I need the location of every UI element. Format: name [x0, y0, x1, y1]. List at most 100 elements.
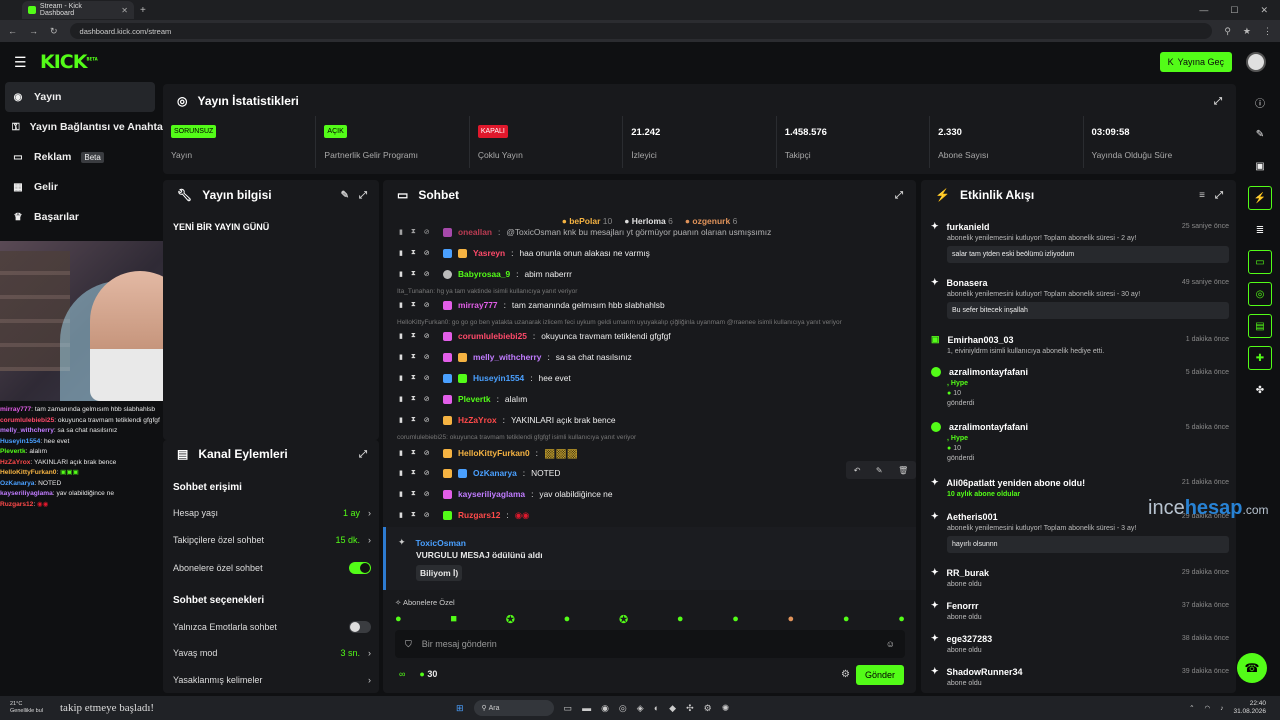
settings-gear-icon[interactable]: ⚙ — [841, 669, 850, 680]
timeout-icon[interactable]: ⧗ — [411, 511, 416, 519]
ban-icon[interactable]: ⊘ — [424, 249, 430, 257]
chat-username[interactable]: Plevertk — [458, 394, 491, 404]
taskbar-search[interactable]: ⚲ Ara — [473, 700, 554, 716]
chat-username[interactable]: HelloKittyFurkan0 — [458, 448, 530, 458]
points-display[interactable]: ● 30 — [419, 669, 437, 679]
ban-icon[interactable]: ⊘ — [424, 449, 430, 457]
subscribers-only-toggle[interactable] — [349, 562, 371, 574]
sidebar-item-ads[interactable]: ▭ Reklam Beta — [0, 142, 160, 172]
banned-words-row[interactable]: Yasaklanmış kelimeler › — [173, 675, 371, 685]
ban-icon[interactable]: ⊘ — [424, 511, 430, 519]
event-user[interactable]: ShadowRunner34 — [947, 667, 1023, 677]
chat-message[interactable]: ▮ ⧗ ⊘ HelloKittyFurkan0: ▩▩▩ — [399, 446, 909, 460]
back-icon[interactable]: ← — [8, 26, 17, 36]
gifter-3[interactable]: ● ozgenurk 6 — [685, 216, 737, 226]
volume-icon[interactable]: ♪ — [1220, 705, 1223, 712]
maximize-icon[interactable]: ☐ — [1230, 5, 1238, 16]
ban-icon[interactable]: ⊘ — [424, 374, 430, 382]
account-age-row[interactable]: Hesap yaşı 1 ay › — [173, 508, 371, 518]
emote-icon[interactable]: ● — [843, 613, 850, 626]
chat-username[interactable]: Babyrosaa_9 — [458, 269, 510, 279]
delete-icon[interactable]: ▮ — [399, 469, 403, 477]
go-live-button[interactable]: K Yayına Geç — [1159, 52, 1232, 72]
delete-icon[interactable]: ▮ — [399, 374, 403, 382]
chat-message[interactable]: ▮ ⧗ ⊘ kayseriliyaglama: yav olabildiğince n… — [399, 489, 909, 499]
close-tab-icon[interactable]: ✕ — [121, 6, 128, 15]
timeout-icon[interactable]: ⧗ — [411, 374, 416, 382]
timeout-icon[interactable]: ⧗ — [411, 490, 416, 498]
emote-icon[interactable]: ● — [677, 613, 684, 626]
emote-only-toggle[interactable] — [349, 621, 371, 633]
emote-icon[interactable]: ✪ — [506, 613, 515, 626]
forward-icon[interactable]: → — [29, 26, 38, 36]
chat-username[interactable]: oneallan — [458, 227, 492, 237]
delete-icon[interactable]: ▮ — [399, 511, 403, 519]
task-view-icon[interactable]: ▭ — [564, 703, 573, 714]
pin-icon[interactable]: ✎ — [876, 466, 883, 475]
delete-icon[interactable]: ▮ — [399, 301, 403, 309]
event-user[interactable]: ege327283 — [947, 634, 993, 644]
chat-username[interactable]: Ruzgars12 — [458, 510, 500, 520]
delete-icon[interactable]: ▮ — [399, 332, 403, 340]
app-icon[interactable]: ✺ — [722, 703, 730, 714]
expand-icon[interactable]: ⤢ — [895, 190, 903, 201]
weather-widget[interactable]: 21°C Genellikle bul — [0, 701, 60, 715]
steam-icon[interactable]: ◎ — [619, 703, 627, 714]
explorer-icon[interactable]: ▬ — [582, 703, 591, 713]
timeout-icon[interactable]: ⧗ — [411, 449, 416, 457]
sidebar-item-stream[interactable]: ◉ Yayın — [5, 82, 155, 112]
event-user[interactable]: Fenorrr — [947, 601, 979, 611]
chat-message[interactable]: ▮ ⧗ ⊘ Babyrosaa_9: abim naberrr — [399, 269, 909, 279]
event-user[interactable]: furkanield — [947, 222, 990, 232]
sidebar-item-stream-key[interactable]: ⚿ Yayın Bağlantısı ve Anahtarı — [0, 112, 170, 142]
slow-mode-row[interactable]: Yavaş mod 3 sn. › — [173, 648, 371, 658]
event-user[interactable]: azralimontayfafani — [949, 422, 1028, 432]
chat-username[interactable]: Huseyin1554 — [473, 373, 524, 383]
chat-message[interactable]: ▮ ⧗ ⊘ Plevertk: alalım — [399, 394, 909, 404]
sidebar-item-achievements[interactable]: ♛ Başarılar — [0, 202, 160, 232]
expand-icon[interactable]: ⤢ — [1214, 96, 1222, 107]
chat-username[interactable]: melly_withcherry — [473, 352, 541, 362]
wifi-icon[interactable]: ◠ — [1205, 704, 1211, 712]
reply-icon[interactable]: ↶ — [854, 466, 861, 475]
app-icon[interactable]: ◈ — [637, 703, 644, 714]
chat-username[interactable]: OzKanarya — [473, 468, 517, 478]
support-chat-icon[interactable]: ☎ — [1237, 653, 1267, 683]
timeout-icon[interactable]: ⧗ — [411, 469, 416, 477]
emote-icon[interactable]: ■ — [450, 613, 457, 626]
chat-message[interactable]: ▮ ⧗ ⊘ corumlulebiebi25: okuyunca travmam te… — [399, 331, 909, 341]
chat-username[interactable]: mirray777 — [458, 300, 498, 310]
chat-message[interactable]: ▮ ⧗ ⊘ OzKanarya: NOTED — [399, 468, 909, 478]
url-input[interactable]: dashboard.kick.com/stream — [69, 23, 1213, 39]
event-user[interactable]: Bonasera — [947, 278, 988, 288]
ban-icon[interactable]: ⊘ — [424, 416, 430, 424]
close-window-icon[interactable]: ✕ — [1260, 5, 1268, 16]
bookmark-icon[interactable]: ★ — [1243, 26, 1251, 37]
windows-start-icon[interactable]: ⊞ — [456, 703, 464, 714]
timeout-icon[interactable]: ⧗ — [411, 416, 416, 424]
emote-icon[interactable]: ● — [564, 613, 571, 626]
wrench-icon[interactable]: ✚ — [1248, 346, 1272, 370]
chat-username[interactable]: kayseriliyaglama — [458, 489, 525, 499]
timeout-icon[interactable]: ⧗ — [411, 395, 416, 403]
reload-icon[interactable]: ↻ — [50, 26, 58, 37]
followers-only-row[interactable]: Takipçilere özel sohbet 15 dk. › — [173, 535, 371, 545]
loyalty-infinity-icon[interactable]: ∞ — [399, 669, 405, 679]
event-user[interactable]: azralimontayfafani — [949, 367, 1028, 377]
chat-input[interactable]: ⛉ Bir mesaj gönderin ☺ — [395, 630, 905, 658]
timeout-icon[interactable]: ⧗ — [411, 353, 416, 361]
tray-arrow-icon[interactable]: ⌃ — [1189, 704, 1194, 712]
event-user[interactable]: Ali06patlatt yeniden abone oldu! — [947, 478, 1086, 488]
timeout-icon[interactable]: ⧗ — [411, 228, 416, 236]
ban-icon[interactable]: ⊘ — [424, 353, 430, 361]
chat-icon[interactable]: ▭ — [1248, 250, 1272, 274]
timeout-icon[interactable]: ⧗ — [411, 249, 416, 257]
minimize-icon[interactable]: — — [1199, 5, 1208, 16]
new-tab-icon[interactable]: + — [140, 5, 146, 16]
trash-icon[interactable]: 🗑︎ — [898, 466, 908, 475]
chat-message[interactable]: ▮ ⧗ ⊘ oneallan: @ToxicOsman knk bu mesajlar… — [399, 227, 909, 237]
chat-message[interactable]: ▮ ⧗ ⊘ Huseyin1554: hee evet — [399, 373, 909, 383]
chrome-icon[interactable]: ◉ — [601, 703, 609, 714]
delete-icon[interactable]: ▮ — [399, 249, 403, 257]
app-icon[interactable]: ◆ — [669, 703, 676, 714]
